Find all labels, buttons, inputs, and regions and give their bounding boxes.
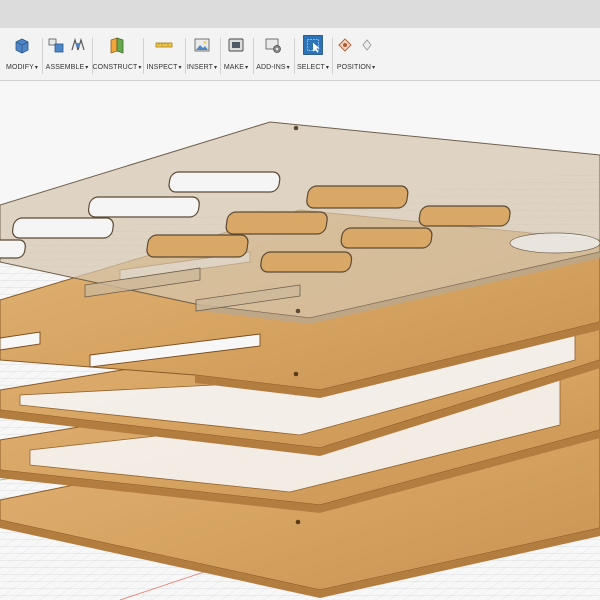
select-menu[interactable]: SELECT▾ [297, 32, 329, 78]
inspect-menu[interactable]: INSPECT▾ [146, 32, 182, 78]
chevron-down-icon: ▾ [85, 65, 89, 71]
construct-menu[interactable]: CONSTRUCT▾ [92, 32, 142, 78]
press-pull-icon [15, 38, 29, 54]
screw-hole [293, 125, 299, 131]
assemble-menu[interactable]: ASSEMBLE▾ [46, 32, 88, 78]
toolbar-divider [220, 38, 221, 74]
insert-image-icon [194, 38, 210, 52]
screw-hole [295, 308, 301, 314]
chevron-down-icon: ▾ [286, 65, 290, 71]
joint-icon [71, 37, 85, 51]
toolbar-divider [253, 38, 254, 74]
insert-menu[interactable]: INSERT▾ [187, 32, 217, 78]
position-label: POSITION [336, 64, 372, 71]
cutout-circle [509, 232, 600, 254]
toolbar-divider [42, 38, 43, 74]
construct-label: CONSTRUCT [92, 64, 138, 71]
position-menu[interactable]: POSITION▾ [336, 32, 376, 78]
3d-viewport[interactable] [0, 81, 600, 600]
measure-icon [155, 42, 173, 48]
make-label: MAKE [223, 64, 245, 71]
toolbar-divider [294, 38, 295, 74]
scripts-addins-icon [265, 38, 281, 53]
insert-label: INSERT [186, 64, 214, 71]
select-icon [303, 35, 323, 55]
add-ins-menu[interactable]: ADD-INS▾ [256, 32, 290, 78]
chevron-down-icon: ▾ [34, 65, 38, 71]
screw-hole [293, 371, 299, 377]
add-ins-label: ADD-INS [256, 64, 286, 71]
screw-hole [295, 519, 301, 525]
chevron-down-icon: ▾ [214, 65, 218, 71]
chevron-down-icon: ▾ [245, 65, 249, 71]
construction-plane-icon [110, 37, 124, 54]
chevron-down-icon: ▾ [178, 65, 182, 71]
toolbar-divider [332, 38, 333, 74]
chevron-down-icon: ▾ [138, 65, 142, 71]
revert-position-icon [362, 39, 372, 51]
select-label: SELECT [297, 64, 325, 71]
make-menu[interactable]: MAKE▾ [222, 32, 250, 78]
toolbar-divider [185, 38, 186, 74]
toolbar-divider [143, 38, 144, 74]
model-canvas[interactable] [0, 81, 600, 600]
title-bar [0, 0, 600, 29]
assemble-label: ASSEMBLE [45, 64, 85, 71]
capture-position-icon [338, 38, 352, 52]
inspect-label: INSPECT [146, 64, 178, 71]
ribbon-toolbar: MODIFY▾ ASSEMBLE▾ CONSTRUCT▾ INSPECT▾ IN… [0, 28, 600, 81]
chevron-down-icon: ▾ [372, 65, 376, 71]
chevron-down-icon: ▾ [325, 65, 329, 71]
3d-print-icon [228, 38, 244, 52]
modify-menu[interactable]: MODIFY▾ [4, 32, 40, 78]
new-component-icon [48, 38, 64, 53]
modify-label: MODIFY [6, 64, 34, 71]
